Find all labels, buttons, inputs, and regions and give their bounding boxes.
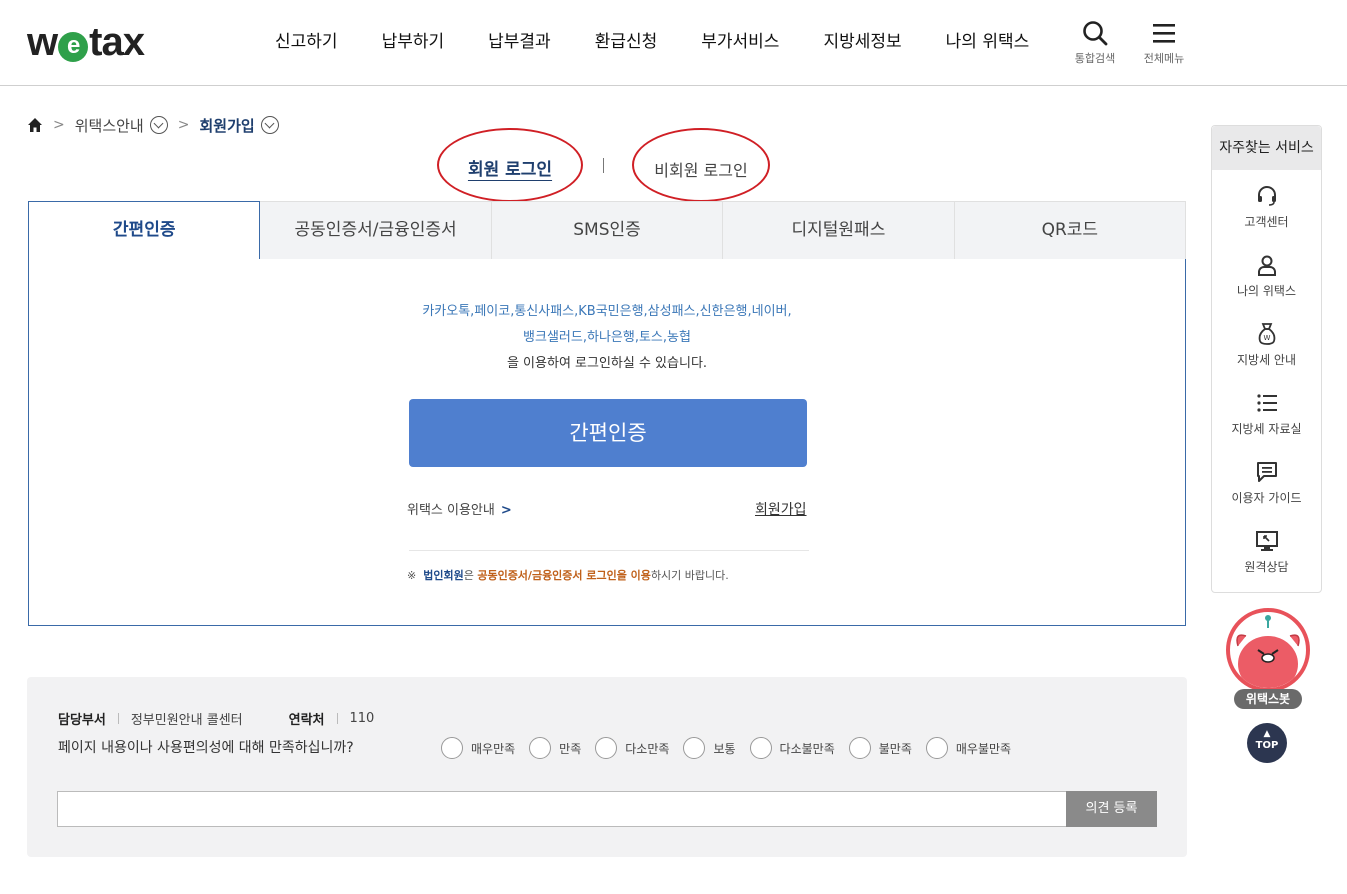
radio-button[interactable] [683,737,706,759]
opinion-input[interactable] [57,791,1067,827]
hamburger-menu-icon [1153,24,1175,43]
tab-certificate[interactable]: 공동인증서/금융인증서 [260,201,492,260]
radio-button[interactable] [848,737,871,759]
radio-button[interactable] [925,737,948,759]
rating-very-satisfied[interactable]: 매우만족 [441,737,515,759]
chat-icon [1256,462,1277,482]
nav-payment[interactable]: 납부하기 [360,0,467,86]
integrated-search-button[interactable]: 통합검색 [1065,20,1125,66]
rating-neutral[interactable]: 보통 [683,737,736,759]
quick-item-remote-consult[interactable]: 원격상담 [1212,515,1321,584]
quick-item-my-wetax[interactable]: 나의 위택스 [1212,239,1321,308]
full-menu-label: 전체메뉴 [1143,52,1185,65]
contact-label: 연락처 [288,713,325,728]
providers-line2: 뱅크샐러드,하나은행,토스,농협 [523,330,691,345]
chevron-right-icon: > [53,117,65,133]
rating-dissatisfied[interactable]: 불만족 [848,737,912,759]
easy-auth-button[interactable]: 간편인증 [409,399,807,467]
nav-payment-result[interactable]: 납부결과 [466,0,573,86]
site-header: w e tax 신고하기 납부하기 납부결과 환급신청 부가서비스 지방세정보 나의… [0,0,1347,86]
login-type-toggle: 회원 로그인 비회원 로그인 [437,128,770,202]
quick-item-user-guide[interactable]: 이용자 가이드 [1212,446,1321,515]
rating-somewhat-satisfied[interactable]: 다소만족 [595,737,669,759]
quick-item-local-tax-guide[interactable]: W 지방세 안내 [1212,308,1321,377]
home-icon[interactable] [27,117,43,133]
quick-menu: 자주찾는 서비스 고객센터 나의 위택스 W 지방세 안내 지방세 자료실 이용… [1211,125,1322,593]
dept-value: 정부민원안내 콜센터 [130,713,243,728]
submit-opinion-button[interactable]: 의견 등록 [1066,791,1157,827]
auth-method-tabs: 간편인증 공동인증서/금융인증서 SMS인증 디지털원패스 QR코드 [28,201,1187,260]
wetax-bot-button[interactable] [1226,608,1310,692]
wetax-logo[interactable]: w e tax [27,22,145,62]
tab-easy-auth[interactable]: 간편인증 [28,201,261,260]
bot-mascot-icon [1236,615,1300,688]
nav-my-wetax[interactable]: 나의 위택스 [924,0,1052,86]
guest-login-tab[interactable]: 비회원 로그인 [632,128,770,202]
rating-satisfied[interactable]: 만족 [529,737,581,759]
radio-button[interactable] [595,737,618,759]
nav-local-tax-info[interactable]: 지방세정보 [801,0,923,86]
radio-button[interactable] [749,737,772,759]
tab-sms[interactable]: SMS인증 [491,201,724,260]
radio-button[interactable] [441,737,463,759]
money-bag-icon: W [1258,323,1275,345]
monitor-icon [1255,531,1278,551]
contact-value: 110 [349,711,375,726]
search-label: 통합검색 [1074,52,1116,65]
contact-info: 담당부서 정부민원안내 콜센터 연락처 110 [58,709,374,728]
arrow-up-icon: ▲ [1263,729,1271,739]
tab-digital-onepass[interactable]: 디지털원패스 [723,201,955,260]
rating-very-dissatisfied[interactable]: 매우불만족 [925,737,1011,759]
auth-description: 카카오톡,페이코,통신사패스,KB국민은행,삼성패스,신한은행,네이버, 뱅크샐… [29,299,1185,377]
join-link[interactable]: 회원가입 [755,499,807,519]
rating-options: 매우만족 만족 다소만족 보통 다소불만족 불만족 매우불만족 [441,737,1025,759]
divider [603,158,604,173]
instruction-text: 을 이용하여 로그인하실 수 있습니다. [506,356,708,371]
tab-qr-code[interactable]: QR코드 [954,201,1187,260]
bot-label[interactable]: 위택스봇 [1234,689,1302,709]
survey-question: 페이지 내용이나 사용편의성에 대해 만족하십니까? [58,740,354,756]
corporate-notice: ※ 법인회원은 공동인증서/금융인증서 로그인을 이용하시기 바랍니다. [407,569,729,582]
breadcrumb-current[interactable]: 회원가입 [199,115,254,136]
nav-extra-services[interactable]: 부가서비스 [679,0,801,86]
chevron-right-icon: > [177,117,190,133]
divider [409,550,809,551]
easy-auth-panel: 카카오톡,페이코,통신사패스,KB국민은행,삼성패스,신한은행,네이버, 뱅크샐… [28,259,1186,626]
search-icon [1083,21,1108,46]
rating-somewhat-dissatisfied[interactable]: 다소불만족 [749,737,835,759]
svg-text:W: W [1263,334,1270,342]
logo-e-mark: e [58,32,89,62]
quick-menu-title: 자주찾는 서비스 [1212,126,1321,170]
chevron-down-icon[interactable] [260,116,279,134]
wetax-guide-link[interactable]: 위택스 이용안내 > [407,499,512,518]
dept-label: 담당부서 [58,713,106,728]
list-icon [1256,394,1277,412]
chevron-down-icon[interactable] [149,116,168,134]
full-menu-button[interactable]: 전체메뉴 [1134,20,1194,66]
providers-line1: 카카오톡,페이코,통신사패스,KB국민은행,삼성패스,신한은행,네이버, [422,304,792,319]
breadcrumb: > 위택스안내 > 회원가입 [27,114,279,136]
member-login-tab[interactable]: 회원 로그인 [437,128,583,202]
headset-icon [1257,186,1276,206]
nav-refund[interactable]: 환급신청 [573,0,680,86]
satisfaction-survey: 담당부서 정부민원안내 콜센터 연락처 110 페이지 내용이나 사용편의성에 … [27,677,1187,857]
quick-item-local-tax-archive[interactable]: 지방세 자료실 [1212,377,1321,446]
user-icon [1257,255,1276,276]
chevron-right-icon: > [500,503,512,518]
nav-file-return[interactable]: 신고하기 [253,0,360,86]
main-navigation: 신고하기 납부하기 납부결과 환급신청 부가서비스 지방세정보 나의 위택스 [253,0,1051,86]
radio-button[interactable] [529,737,552,759]
breadcrumb-level1[interactable]: 위택스안내 [75,115,144,136]
quick-item-customer-center[interactable]: 고객센터 [1212,170,1321,239]
scroll-top-button[interactable]: ▲ TOP [1247,723,1287,763]
